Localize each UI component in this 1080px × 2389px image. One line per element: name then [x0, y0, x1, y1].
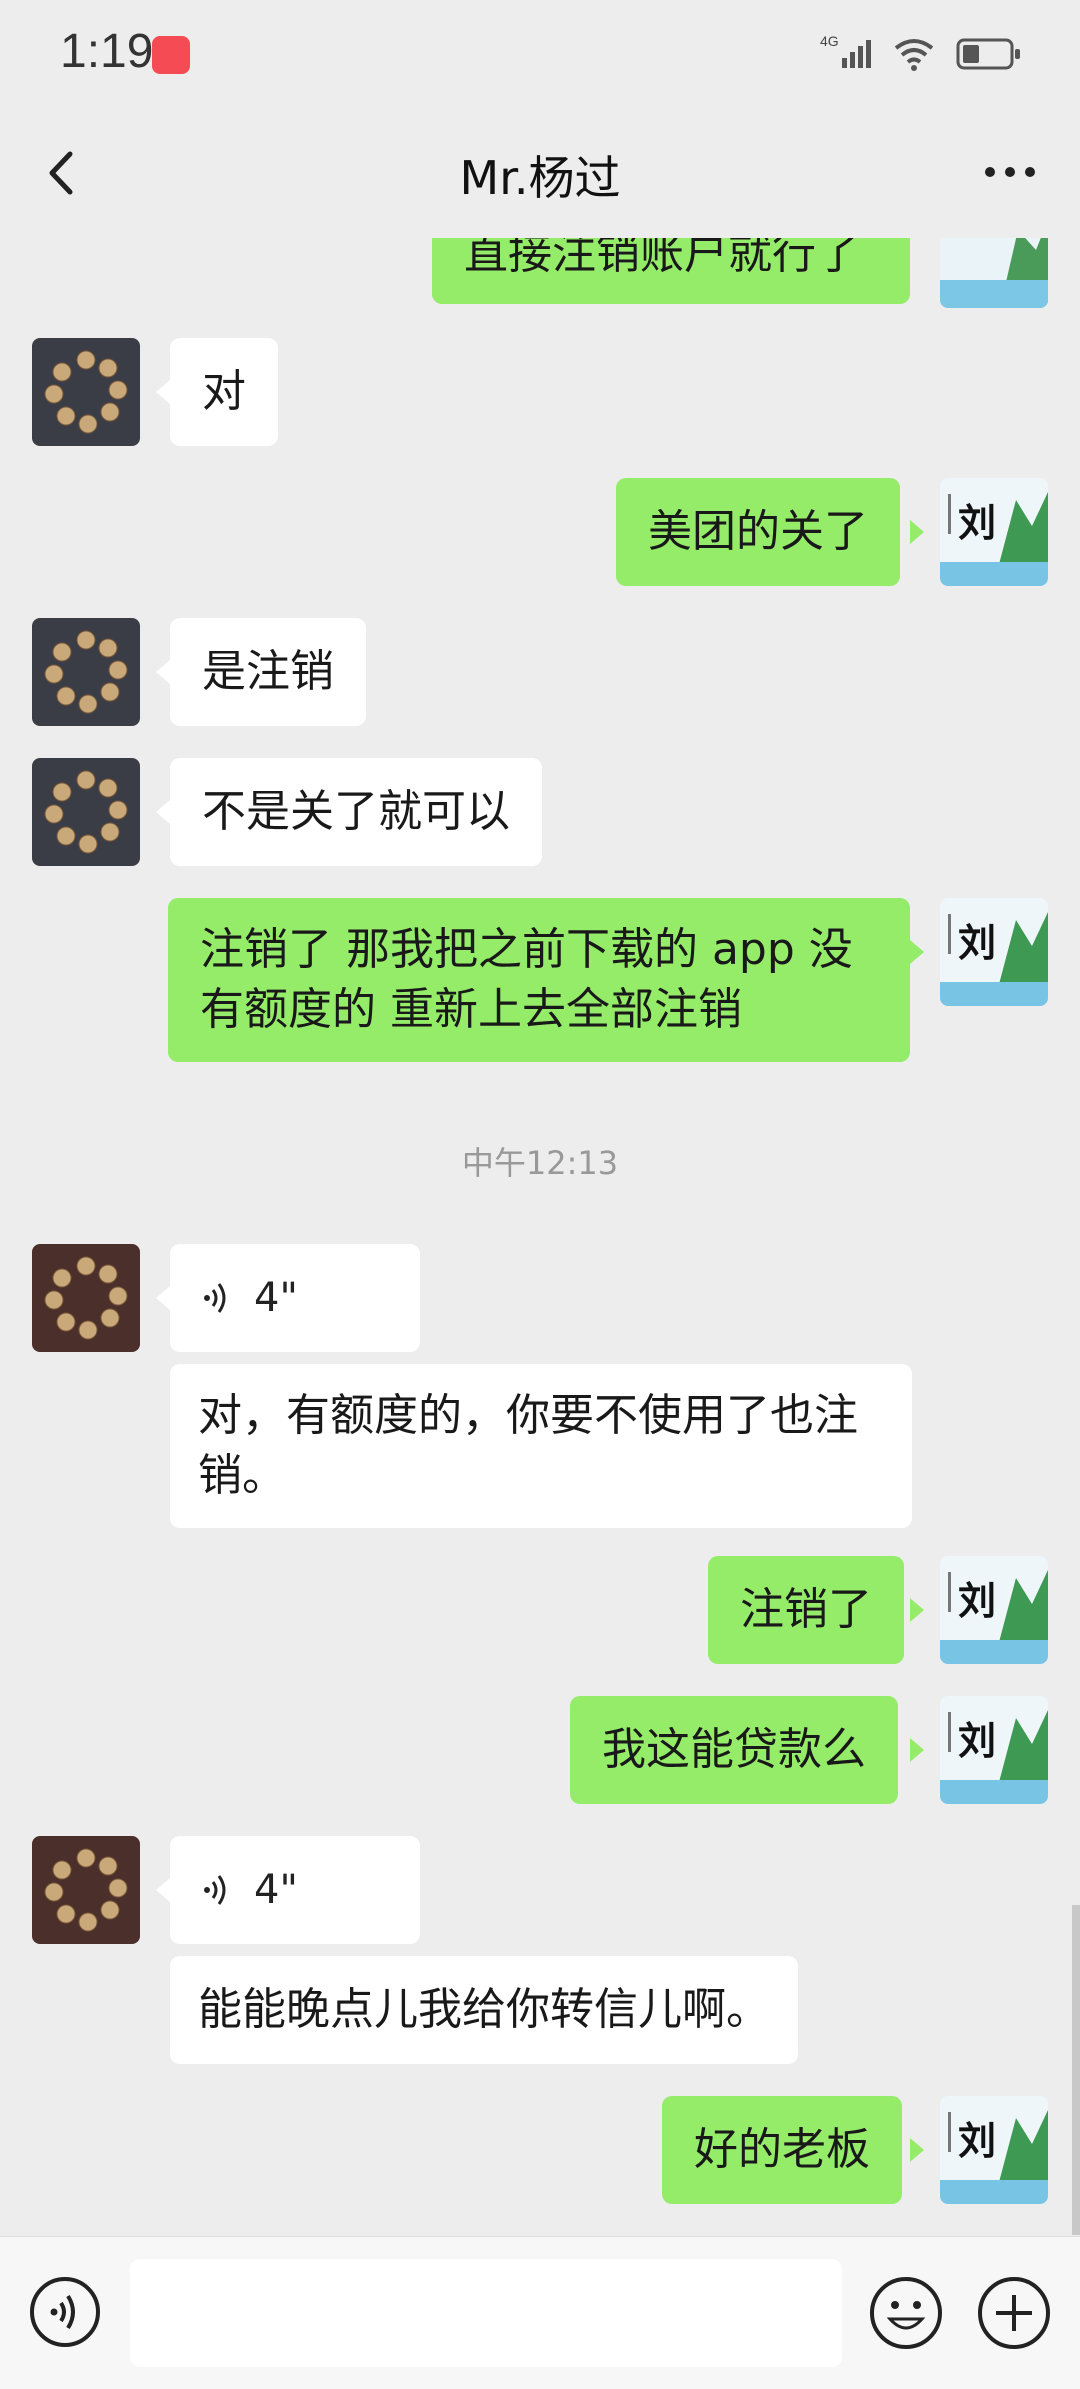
message-text: 美团的关了 [648, 506, 868, 557]
message-bubble-mine[interactable]: 我这能贷款么 [570, 1696, 898, 1804]
chat-title: Mr.杨过 [459, 151, 621, 205]
bead-bracelet-avatar-image [32, 758, 140, 866]
svg-text:刘: 刘 [958, 1578, 996, 1623]
nav-bar: Mr.杨过 [0, 108, 1080, 238]
voice-message-bubble[interactable]: 4" [170, 1836, 420, 1944]
voice-wave-icon [204, 1283, 226, 1313]
status-icons: 4G [820, 33, 1020, 71]
message-text: 注销了 [740, 1584, 872, 1635]
my-avatar[interactable]: 刘 [940, 2096, 1048, 2204]
message-text: 对 [202, 366, 246, 417]
message-text: 是注销 [202, 646, 334, 697]
message-text: 我这能贷款么 [602, 1724, 866, 1775]
voice-input-toggle-icon[interactable] [28, 2275, 102, 2349]
voice-wave-icon [204, 1875, 226, 1905]
timestamp: 中午12:13 [461, 1144, 619, 1182]
message-bubble-mine[interactable]: 直接注销账户就行了 [432, 238, 910, 304]
message-bubble-contact[interactable]: 对 [170, 338, 278, 446]
message-bubble-mine[interactable]: 好的老板 [662, 2096, 902, 2204]
message-text: 直接注销账户就行了 [464, 238, 860, 279]
landscape-avatar-image [940, 238, 1048, 308]
contact-avatar[interactable] [32, 1244, 140, 1352]
svg-text:刘: 刘 [958, 500, 996, 545]
contact-avatar[interactable] [32, 338, 140, 446]
message-bubble-contact[interactable]: 对，有额度的，你要不使用了也注销。 [170, 1364, 912, 1528]
my-avatar[interactable]: 刘 [940, 898, 1048, 1006]
contact-avatar[interactable] [32, 1836, 140, 1944]
input-bar [0, 2236, 1080, 2389]
bead-bracelet-avatar-image [32, 1244, 140, 1352]
landscape-avatar-image: 刘 [940, 478, 1048, 586]
message-bubble-mine[interactable]: 注销了 那我把之前下载的 app 没有额度的 重新上去全部注销 [168, 898, 910, 1062]
wifi-icon [894, 39, 934, 71]
landscape-avatar-image: 刘 [940, 1696, 1048, 1804]
message-bubble-mine[interactable]: 美团的关了 [616, 478, 900, 586]
message-bubble-mine[interactable]: 注销了 [708, 1556, 904, 1664]
status-time: 1:19 [60, 25, 154, 78]
message-text: 对，有额度的，你要不使用了也注销。 [198, 1390, 858, 1501]
emoji-icon[interactable] [868, 2275, 944, 2351]
plus-icon[interactable] [976, 2275, 1052, 2351]
message-text: 不是关了就可以 [202, 786, 510, 837]
svg-text:刘: 刘 [958, 2118, 996, 2163]
message-input[interactable] [130, 2259, 842, 2367]
message-bubble-contact[interactable]: 能能晚点儿我给你转信儿啊。 [170, 1956, 798, 2064]
contact-avatar[interactable] [32, 758, 140, 866]
chat-area[interactable]: 直接注销账户就行了 对 美团的关了 刘 是注销 不是关了就可以 注销了 那我把之… [0, 238, 1080, 2236]
message-text: 好的老板 [694, 2124, 870, 2175]
battery-icon [956, 38, 1020, 70]
app-notification-icon [152, 36, 190, 74]
more-options-icon[interactable] [982, 164, 1038, 180]
svg-text:刘: 刘 [958, 920, 996, 965]
bead-bracelet-avatar-image [32, 1836, 140, 1944]
my-avatar[interactable]: 刘 [940, 1696, 1048, 1804]
bead-bracelet-avatar-image [32, 618, 140, 726]
cellular-signal-icon: 4G [820, 33, 871, 68]
my-avatar[interactable]: 刘 [940, 1556, 1048, 1664]
my-avatar[interactable]: 刘 [940, 478, 1048, 586]
landscape-avatar-image: 刘 [940, 2096, 1048, 2204]
landscape-avatar-image: 刘 [940, 1556, 1048, 1664]
network-type: 4G [820, 33, 839, 49]
contact-avatar[interactable] [32, 618, 140, 726]
voice-message-bubble[interactable]: 4" [170, 1244, 420, 1352]
my-avatar[interactable] [940, 238, 1048, 308]
landscape-avatar-image: 刘 [940, 898, 1048, 1006]
bead-bracelet-avatar-image [32, 338, 140, 446]
voice-duration: 4" [254, 1275, 298, 1321]
message-text: 注销了 那我把之前下载的 app 没有额度的 重新上去全部注销 [200, 924, 853, 1035]
message-bubble-contact[interactable]: 不是关了就可以 [170, 758, 542, 866]
voice-duration: 4" [254, 1867, 298, 1913]
svg-text:刘: 刘 [958, 1718, 996, 1763]
message-text: 能能晚点儿我给你转信儿啊。 [198, 1984, 770, 2035]
message-bubble-contact[interactable]: 是注销 [170, 618, 366, 726]
status-bar: 1:19 4G [0, 0, 1080, 108]
chat-scrollbar[interactable] [1072, 1905, 1080, 2235]
